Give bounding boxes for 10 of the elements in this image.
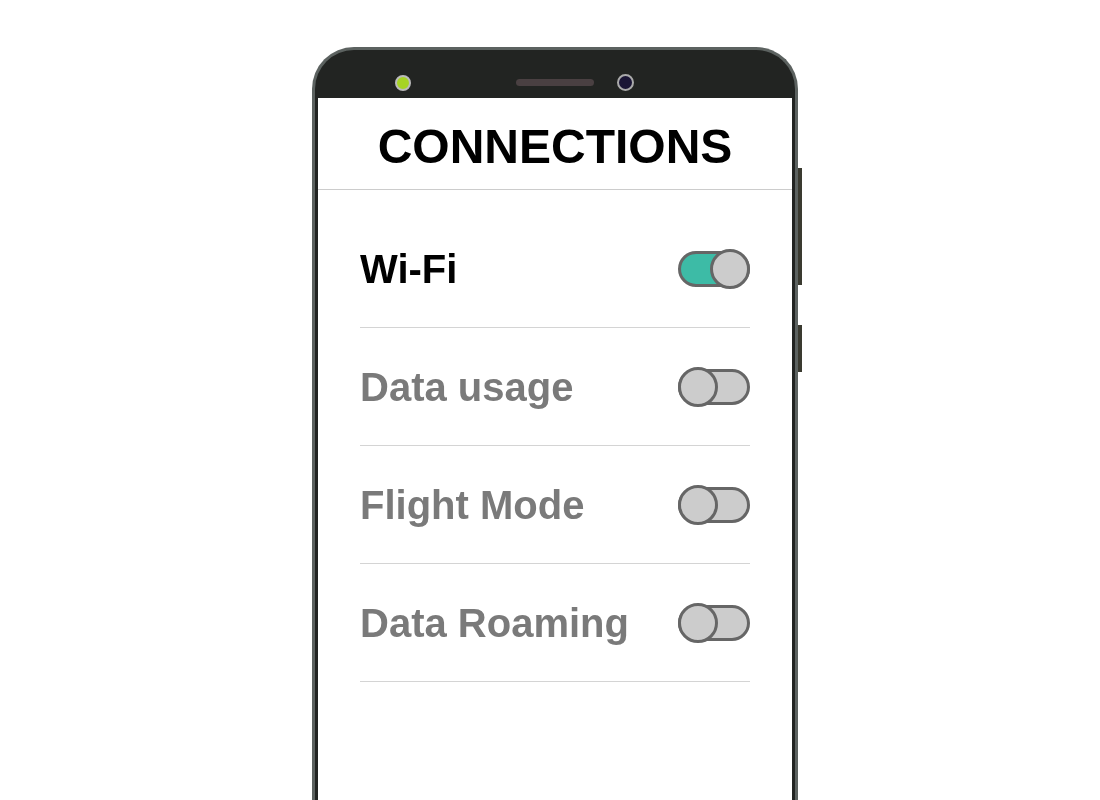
earpiece-speaker-icon <box>516 79 594 86</box>
toggle-switch[interactable] <box>678 366 750 407</box>
toggle-switch[interactable] <box>678 248 750 289</box>
toggle-switch[interactable] <box>678 602 750 643</box>
setting-label: Data usage <box>360 363 574 411</box>
screen-title: CONNECTIONS <box>377 118 733 171</box>
setting-label: Data Roaming <box>360 599 629 647</box>
setting-label: Wi-Fi <box>360 245 458 293</box>
toggle-switch[interactable] <box>678 484 750 525</box>
setting-label: Flight Mode <box>360 481 585 529</box>
